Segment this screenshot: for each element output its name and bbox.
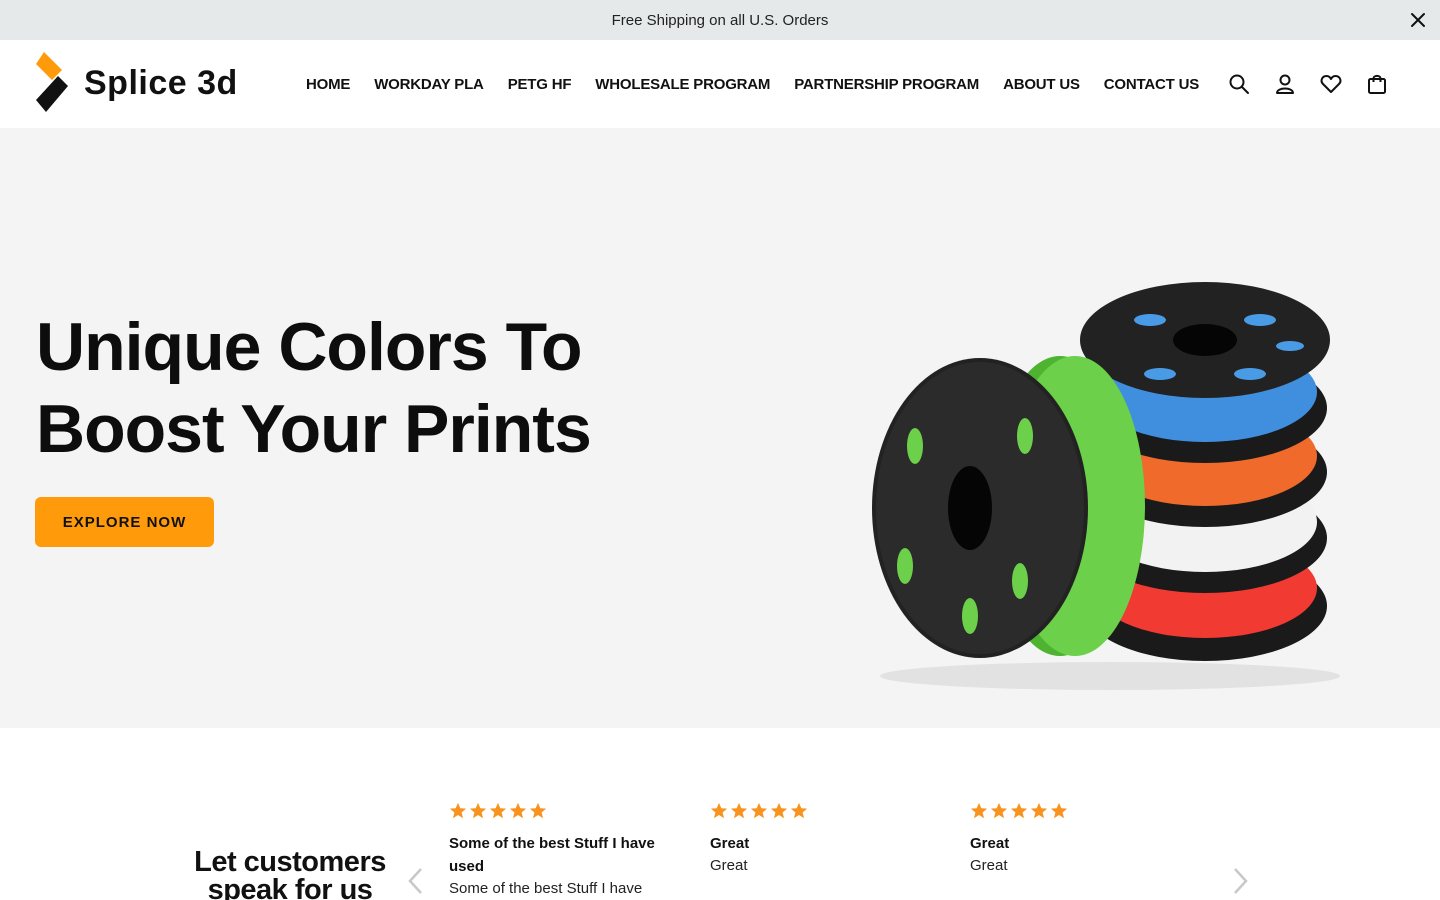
announcement-bar: Free Shipping on all U.S. Orders [0, 0, 1440, 40]
logo[interactable]: Splice 3d [34, 50, 238, 116]
announcement-text: Free Shipping on all U.S. Orders [611, 11, 829, 29]
reviews-heading-line-2: speak for us [207, 874, 373, 900]
review-body: Some of the best Stuff I have [449, 880, 643, 897]
nav-item-wholesale-program[interactable]: WHOLESALE PROGRAM [595, 76, 770, 93]
cart-icon[interactable] [1366, 73, 1388, 95]
star-rating [449, 802, 669, 822]
hero-title: Unique Colors To Boost Your Prints [36, 306, 592, 470]
review-title: Great [710, 835, 750, 852]
main-nav: HOME WORKDAY PLA PETG HF WHOLESALE PROGR… [306, 40, 1223, 128]
nav-item-home[interactable]: HOME [306, 76, 350, 93]
star-icon [790, 802, 808, 819]
star-icon [469, 802, 487, 819]
star-icon [1050, 802, 1068, 819]
review-card: Great Great [970, 802, 1190, 877]
star-icon [1010, 802, 1028, 819]
star-icon [529, 802, 547, 819]
nav-item-workday-pla[interactable]: WORKDAY PLA [374, 76, 484, 93]
star-rating [710, 802, 930, 822]
search-icon[interactable] [1228, 73, 1250, 95]
reviews-heading: Let customers speak for us [180, 848, 400, 900]
star-icon [710, 802, 728, 819]
star-icon [750, 802, 768, 819]
header-actions [1204, 40, 1388, 128]
hero-title-line-2: Boost Your Prints [36, 391, 592, 467]
star-icon [449, 802, 467, 819]
review-title: Some of the best Stuff I have used [449, 835, 655, 875]
star-icon [970, 802, 988, 819]
reviews-section: Let customers speak for us Some of the b… [0, 728, 1440, 900]
hero-title-line-1: Unique Colors To [36, 309, 583, 385]
review-card: Great Great [710, 802, 930, 877]
nav-item-about-us[interactable]: ABOUT US [1003, 76, 1080, 93]
hero-banner: Unique Colors To Boost Your Prints EXPLO… [0, 128, 1440, 728]
review-body: Great [710, 857, 748, 874]
review-body: Great [970, 857, 1008, 874]
chevron-left-icon[interactable] [404, 866, 428, 896]
site-header: Splice 3d HOME WORKDAY PLA PETG HF WHOLE… [0, 40, 1440, 128]
wishlist-icon[interactable] [1320, 73, 1342, 95]
close-icon[interactable] [1408, 10, 1428, 30]
account-icon[interactable] [1274, 73, 1296, 95]
review-card: Some of the best Stuff I have used Some … [449, 802, 669, 900]
star-icon [489, 802, 507, 819]
star-rating [970, 802, 1190, 822]
explore-now-button[interactable]: EXPLORE NOW [35, 497, 214, 547]
star-icon [730, 802, 748, 819]
star-icon [509, 802, 527, 819]
review-title: Great [970, 835, 1010, 852]
chevron-right-icon[interactable] [1228, 866, 1252, 896]
star-icon [1030, 802, 1048, 819]
spool-green [872, 356, 1145, 658]
reviews-heading-line-1: Let customers [194, 846, 386, 878]
logo-mark-icon [36, 52, 68, 112]
star-icon [770, 802, 788, 819]
nav-item-partnership-program[interactable]: PARTNERSHIP PROGRAM [794, 76, 979, 93]
star-icon [990, 802, 1008, 819]
filament-spools-image [872, 282, 1340, 690]
logo-text: Splice 3d [84, 63, 238, 102]
nav-item-petg-hf[interactable]: PETG HF [508, 76, 572, 93]
nav-item-contact-us[interactable]: CONTACT US [1104, 76, 1199, 93]
